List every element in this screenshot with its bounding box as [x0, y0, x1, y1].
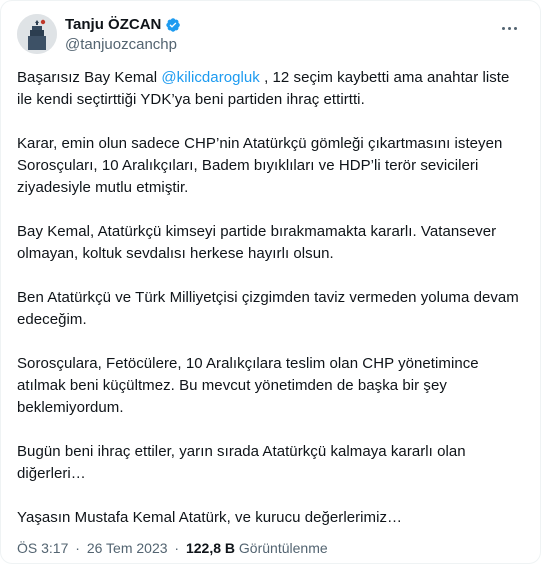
- tweet-header: Tanju ÖZCAN @tanjuozcanchp: [17, 13, 524, 57]
- tweet-date[interactable]: 26 Tem 2023: [87, 540, 168, 556]
- mention-link[interactable]: @kilicdarogluk: [161, 69, 259, 86]
- meta-separator: ·: [174, 540, 180, 556]
- tweet-paragraph-6: Bugün beni ihraç ettiler, yarın sırada A…: [17, 443, 466, 482]
- avatar[interactable]: [17, 14, 57, 54]
- tweet-card: Tanju ÖZCAN @tanjuozcanchp Başarısız Bay…: [0, 0, 541, 564]
- tweet-meta: ÖS 3:17 · 26 Tem 2023 · 122,8 B Görüntül…: [17, 538, 328, 558]
- meta-separator: ·: [75, 540, 80, 556]
- tweet-text: Başarısız Bay Kemal @kilicdarogluk , 12 …: [17, 67, 527, 551]
- tweet-time[interactable]: ÖS 3:17: [17, 540, 68, 556]
- verified-badge-icon: [166, 18, 181, 32]
- tweet-paragraph-2: Karar, emin olun sadece CHP’nin Atatürkç…: [17, 135, 503, 196]
- avatar-image: [17, 14, 57, 54]
- author-info: Tanju ÖZCAN @tanjuozcanchp: [65, 16, 181, 55]
- tweet-paragraph-4: Ben Atatürkçü ve Türk Milliyetçisi çizgi…: [17, 289, 519, 328]
- tweet-paragraph-7: Yaşasın Mustafa Kemal Atatürk, ve kurucu…: [17, 509, 403, 526]
- author-display-name[interactable]: Tanju ÖZCAN: [65, 16, 161, 34]
- tweet-paragraph-3: Bay Kemal, Atatürkçü kimseyi partide bır…: [17, 223, 497, 262]
- views-label: Görüntülenme: [238, 540, 328, 556]
- tweet-paragraph-5: Sorosçulara, Fetöcülere, 10 Aralıkçılara…: [17, 355, 479, 416]
- views-count: 122,8 B: [185, 540, 236, 556]
- tweet-text-segment: Başarısız Bay Kemal: [17, 69, 162, 86]
- tweet-paragraph-1: Başarısız Bay Kemal @kilicdarogluk , 12 …: [17, 67, 527, 111]
- author-handle[interactable]: @tanjuozcanchp: [65, 35, 181, 55]
- more-horizontal-icon[interactable]: [498, 17, 520, 39]
